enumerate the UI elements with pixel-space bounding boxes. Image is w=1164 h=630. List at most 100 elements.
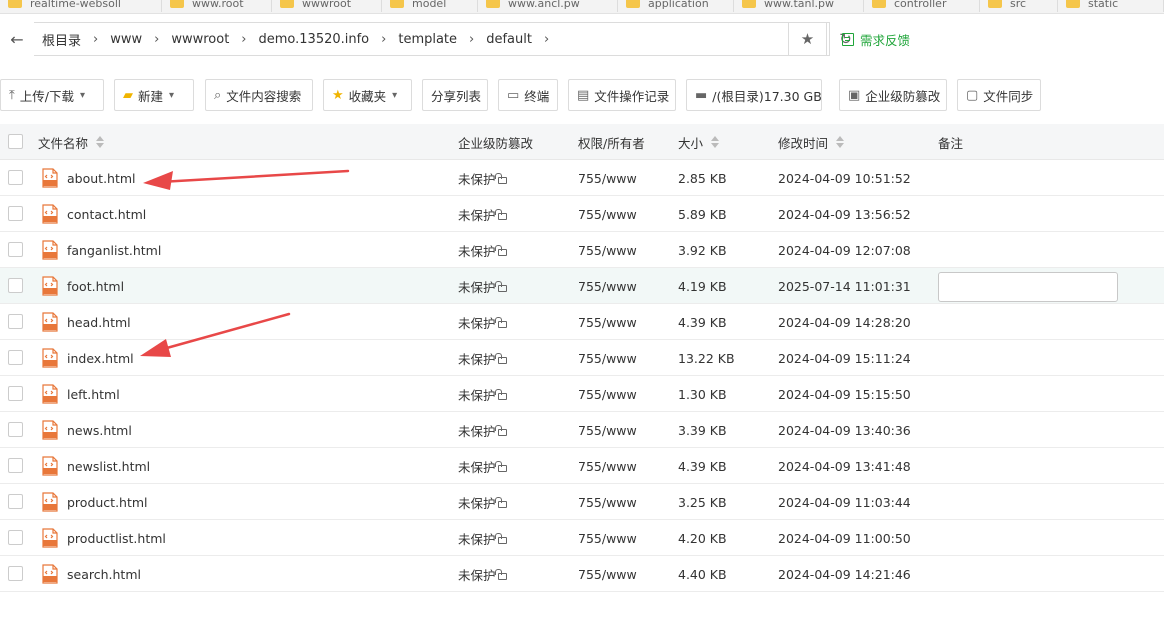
folder-icon [8, 0, 22, 8]
protection-status[interactable]: 未保护 [458, 232, 507, 268]
folder-tab[interactable]: www.tanl.pw [734, 0, 864, 12]
breadcrumb[interactable]: 根目录 › www › wwwroot › demo.13520.info › temp… [34, 22, 852, 56]
row-checkbox[interactable] [8, 242, 23, 257]
tamper-protection-button[interactable]: ▣ 企业级防篡改 [839, 79, 947, 111]
file-name[interactable]: newslist.html [67, 448, 150, 484]
disk-button[interactable]: ▬/(根目录)17.30 GB [686, 79, 822, 111]
row-checkbox[interactable] [8, 458, 23, 473]
permission-owner[interactable]: 755/www [578, 340, 637, 376]
table-row[interactable]: index.html 未保护 755/www 13.22 KB 2024-04-09 1… [0, 340, 1164, 376]
table-row[interactable]: foot.html 未保护 755/www 4.19 KB 2025-07-14 11:… [0, 268, 1164, 304]
table-row[interactable]: newslist.html 未保护 755/www 4.39 KB 2024-04-09… [0, 448, 1164, 484]
file-name[interactable]: head.html [67, 304, 131, 340]
row-checkbox[interactable] [8, 422, 23, 437]
permission-owner[interactable]: 755/www [578, 232, 637, 268]
column-header-mtime[interactable]: 修改时间 [778, 124, 845, 160]
column-header-name[interactable]: 文件名称 [38, 124, 105, 160]
protection-status[interactable]: 未保护 [458, 196, 507, 232]
table-row[interactable]: contact.html 未保护 755/www 5.89 KB 2024-04-09 … [0, 196, 1164, 232]
permission-owner[interactable]: 755/www [578, 160, 637, 196]
protection-status[interactable]: 未保护 [458, 556, 507, 592]
file-name[interactable]: productlist.html [67, 520, 166, 556]
file-name[interactable]: about.html [67, 160, 136, 196]
feedback-link[interactable]: 需求反馈 [842, 22, 910, 56]
protection-status[interactable]: 未保护 [458, 304, 507, 340]
protection-status[interactable]: 未保护 [458, 160, 507, 196]
permission-owner[interactable]: 755/www [578, 376, 637, 412]
row-checkbox[interactable] [8, 494, 23, 509]
file-sync-button[interactable]: ▢ 文件同步 [957, 79, 1041, 111]
protection-status[interactable]: 未保护 [458, 376, 507, 412]
folder-tab[interactable]: wwwroot [272, 0, 382, 12]
back-arrow-icon[interactable]: ← [0, 22, 34, 56]
new-button[interactable]: ▰ 新建 ▾ [114, 79, 194, 111]
protection-status[interactable]: 未保护 [458, 340, 507, 376]
permission-owner[interactable]: 755/www [578, 304, 637, 340]
file-size: 3.39 KB [678, 422, 727, 438]
table-row[interactable]: productlist.html 未保护 755/www 4.20 KB 2024-04… [0, 520, 1164, 556]
select-all-checkbox[interactable] [8, 134, 23, 149]
breadcrumb-item[interactable]: wwwroot › [163, 32, 250, 47]
row-checkbox[interactable] [8, 350, 23, 365]
table-row[interactable]: fanganlist.html 未保护 755/www 3.92 KB 2024-04-… [0, 232, 1164, 268]
breadcrumb-item[interactable]: default › [478, 32, 553, 47]
permission-owner[interactable]: 755/www [578, 268, 637, 304]
folder-tab[interactable]: src [980, 0, 1058, 12]
breadcrumb-item[interactable]: 根目录 › [34, 30, 102, 49]
table-row[interactable]: news.html 未保护 755/www 3.39 KB 2024-04-09 13:… [0, 412, 1164, 448]
table-row[interactable]: search.html 未保护 755/www 4.40 KB 2024-04-09 1… [0, 556, 1164, 592]
row-checkbox[interactable] [8, 278, 23, 293]
permission-owner[interactable]: 755/www [578, 196, 637, 232]
row-checkbox[interactable] [8, 566, 23, 581]
table-row[interactable]: about.html 未保护 755/www 2.85 KB 2024-04-09 10… [0, 160, 1164, 196]
column-header-size[interactable]: 大小 [678, 124, 720, 160]
permission-owner[interactable]: 755/www [578, 484, 637, 520]
protection-status[interactable]: 未保护 [458, 412, 507, 448]
row-checkbox[interactable] [8, 386, 23, 401]
content-search-button[interactable]: ⌕ 文件内容搜索 [205, 79, 313, 111]
note-input[interactable] [938, 272, 1118, 302]
protection-status[interactable]: 未保护 [458, 268, 507, 304]
terminal-button[interactable]: ▭ 终端 [498, 79, 558, 111]
permission-owner[interactable]: 755/www [578, 448, 637, 484]
folder-tab[interactable]: static [1058, 0, 1164, 12]
breadcrumb-item[interactable]: template › [390, 32, 478, 47]
folder-tab[interactable]: www.ancl.pw [478, 0, 618, 12]
upload-download-button[interactable]: ⤒ 上传/下载 ▾ [0, 79, 104, 111]
table-row[interactable]: head.html 未保护 755/www 4.39 KB 2024-04-09 14:… [0, 304, 1164, 340]
folder-tab[interactable]: www.root [162, 0, 272, 12]
folder-tab[interactable]: controller [864, 0, 980, 12]
file-name[interactable]: left.html [67, 376, 120, 412]
folder-tab[interactable]: application [618, 0, 734, 12]
star-icon[interactable]: ★ [788, 23, 826, 55]
permission-owner[interactable]: 755/www [578, 412, 637, 448]
row-checkbox[interactable] [8, 314, 23, 329]
protection-status[interactable]: 未保护 [458, 484, 507, 520]
table-row[interactable]: left.html 未保护 755/www 1.30 KB 2024-04-09 15:… [0, 376, 1164, 412]
file-name[interactable]: contact.html [67, 196, 146, 232]
folder-tab[interactable]: model [382, 0, 478, 12]
row-checkbox[interactable] [8, 530, 23, 545]
table-row[interactable]: product.html 未保护 755/www 3.25 KB 2024-04-09 … [0, 484, 1164, 520]
permission-owner[interactable]: 755/www [578, 556, 637, 592]
file-name[interactable]: product.html [67, 484, 148, 520]
file-name[interactable]: foot.html [67, 268, 124, 304]
permission-owner[interactable]: 755/www [578, 520, 637, 556]
file-name[interactable]: index.html [67, 340, 134, 376]
protection-status[interactable]: 未保护 [458, 448, 507, 484]
column-header-permission: 权限/所有者 [578, 135, 645, 151]
row-checkbox[interactable] [8, 206, 23, 221]
breadcrumb-item[interactable]: demo.13520.info › [251, 32, 391, 47]
operation-log-button[interactable]: ▤ 文件操作记录 [568, 79, 676, 111]
file-name[interactable]: news.html [67, 412, 132, 448]
chevron-down-icon: ▾ [392, 89, 398, 101]
folder-tab[interactable]: realtime-websoll [0, 0, 162, 12]
favorites-button[interactable]: ★ 收藏夹 ▾ [323, 79, 412, 111]
breadcrumb-item[interactable]: www › [102, 32, 163, 47]
file-name[interactable]: fanganlist.html [67, 232, 161, 268]
file-name[interactable]: search.html [67, 556, 141, 592]
chevron-right-icon: › [93, 31, 99, 47]
row-checkbox[interactable] [8, 170, 23, 185]
protection-status[interactable]: 未保护 [458, 520, 507, 556]
share-list-button[interactable]: 分享列表 [422, 79, 488, 111]
